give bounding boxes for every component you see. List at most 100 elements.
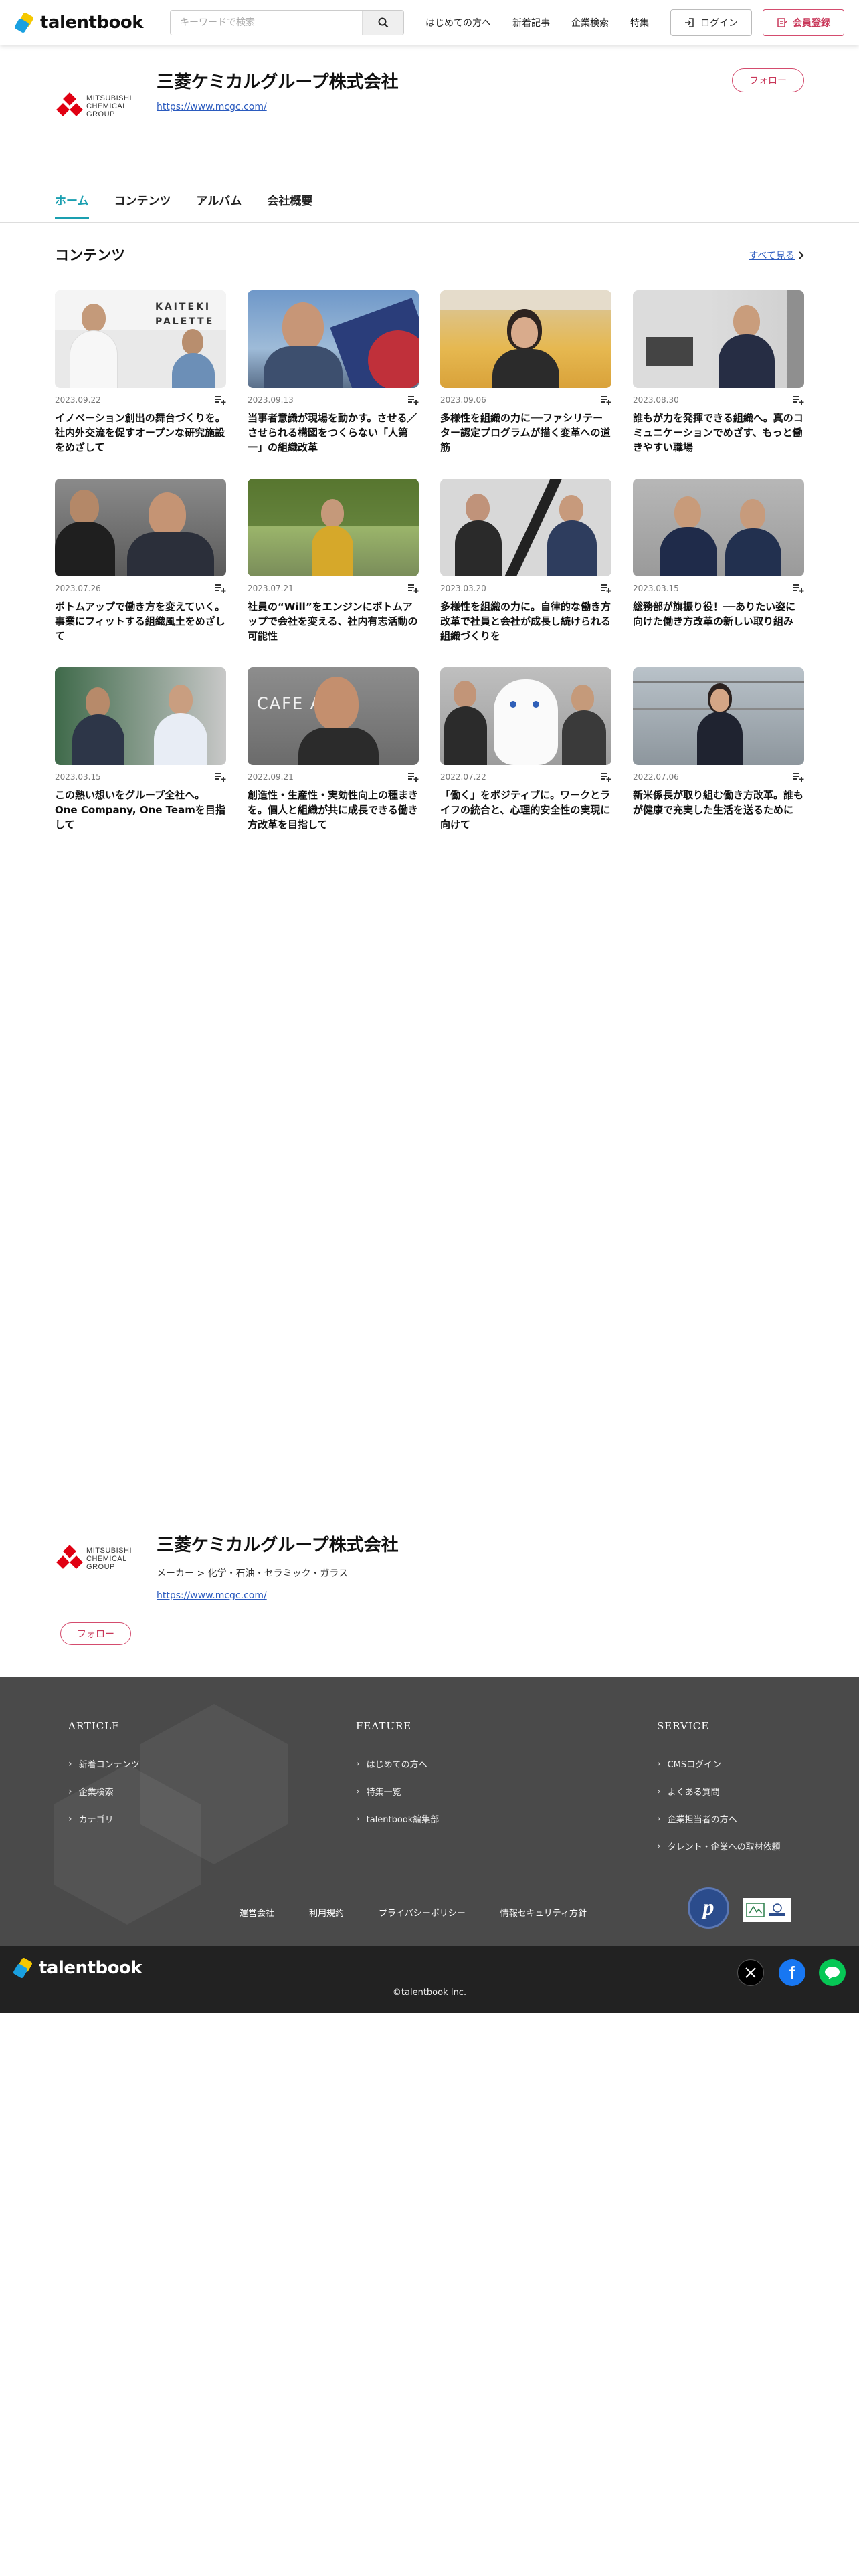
tab-company-overview[interactable]: 会社概要 <box>267 191 312 217</box>
content-card[interactable]: 2023.07.21 社員の“Will”をエンジンにボトムアップで会社を変える、… <box>248 479 419 667</box>
tab-album[interactable]: アルバム <box>197 191 242 217</box>
footer-link[interactable]: talentbook編集部 <box>356 1812 440 1825</box>
card-title: 新米係長が取り組む働き方改革。誰もが健康で充実した生活を送るために <box>633 789 804 816</box>
footer-heading: ARTICLE <box>68 1720 120 1732</box>
card-title: 誰もが力を発揮できる組織へ。真のコミュニケーションでめざす、もっと働きやすい職場 <box>633 412 803 453</box>
card-title: 社員の“Will”をエンジンにボトムアップで会社を変える、社内有志活動の可能性 <box>248 601 418 642</box>
card-thumbnail <box>440 667 611 765</box>
see-all-link[interactable]: すべて見る <box>749 249 804 262</box>
facebook-icon[interactable]: f <box>779 1959 805 1986</box>
add-to-list-icon[interactable] <box>215 772 226 782</box>
search-button[interactable] <box>362 11 403 35</box>
footer-bottom-bar: talentbook ©talentbook Inc. f <box>0 1946 859 2013</box>
add-to-list-icon[interactable] <box>793 772 804 782</box>
footer-link-privacy[interactable]: プライバシーポリシー <box>379 1906 466 1919</box>
tabs-divider <box>0 222 859 223</box>
contents-section-title: コンテンツ <box>55 247 125 263</box>
content-card[interactable]: 2023.08.30 誰もが力を発揮できる組織へ。真のコミュニケーションでめざす… <box>633 290 804 479</box>
content-card[interactable]: 2023.03.15 総務部が旗振り役！──ありたい姿に向けた働き方改革の新しい… <box>633 479 804 667</box>
content-card[interactable]: 2023.09.13 当事者意識が現場を動かす。させる／させられる構図をつくらな… <box>248 290 419 479</box>
card-thumbnail <box>633 667 804 765</box>
card-thumbnail <box>248 290 419 388</box>
follow-button[interactable]: フォロー <box>732 68 804 92</box>
add-to-list-icon[interactable] <box>793 395 804 405</box>
footer-link[interactable]: 特集一覧 <box>356 1785 439 1798</box>
content-card[interactable]: 2022.07.22 「働く」をポジティブに。ワークとライフの統合と、心理的安全… <box>440 667 611 856</box>
card-title: 当事者意識が現場を動かす。させる／させられる構図をつくらない「人第一」の組織改革 <box>248 412 417 453</box>
talentbook-logo[interactable]: talentbook <box>12 1957 154 1979</box>
line-icon[interactable] <box>819 1959 846 1986</box>
content-card[interactable]: 2023.09.06 多様性を組織の力に──ファシリテーター認定プログラムが描く… <box>440 290 611 479</box>
add-to-list-icon[interactable] <box>408 395 419 405</box>
content-card[interactable]: 2023.03.20 多様性を組織の力に。自律的な働き方改革で社員と会社が成長し… <box>440 479 611 667</box>
footer-link[interactable]: 新着コンテンツ <box>68 1757 140 1770</box>
site-footer: ARTICLE 新着コンテンツ 企業検索 カテゴリ FEATURE はじめての方… <box>0 1677 859 1946</box>
login-button[interactable]: ログイン <box>670 9 752 36</box>
add-to-list-icon[interactable] <box>215 395 226 405</box>
footer-link[interactable]: CMSログイン <box>657 1757 781 1770</box>
card-title: 多様性を組織の力に。自律的な働き方改革で社員と会社が成長し続けられる組織づくりを <box>440 601 611 642</box>
add-to-list-icon[interactable] <box>601 772 611 782</box>
add-to-list-icon[interactable] <box>408 772 419 782</box>
add-to-list-icon[interactable] <box>793 584 804 593</box>
content-card[interactable]: 2022.07.06 新米係長が取り組む働き方改革。誰もが健康で充実した生活を送… <box>633 667 804 856</box>
add-to-list-icon[interactable] <box>408 584 419 593</box>
add-to-list-icon[interactable] <box>215 584 226 593</box>
content-card[interactable]: 2023.03.15 この熱い想いをグループ全社へ。One Company, O… <box>55 667 226 856</box>
footer-link-terms[interactable]: 利用規約 <box>309 1906 344 1919</box>
x-twitter-icon[interactable] <box>737 1959 764 1986</box>
company-logo: MITSUBISHI CHEMICAL GROUP <box>55 86 132 127</box>
see-all-label: すべて見る <box>749 251 795 261</box>
footer-link[interactable]: タレント・企業への取材依頼 <box>657 1840 781 1852</box>
talentbook-logo[interactable]: talentbook <box>13 11 155 34</box>
card-date: 2023.09.13 <box>248 395 294 405</box>
logo-text: talentbook <box>39 1958 142 1978</box>
register-button[interactable]: 会員登録 <box>763 9 844 36</box>
search-input[interactable] <box>171 11 362 35</box>
nav-item-features[interactable]: 特集 <box>630 16 649 29</box>
nav-item-new-articles[interactable]: 新着記事 <box>512 16 550 29</box>
card-title: この熱い想いをグループ全社へ。One Company, One Teamを目指し… <box>55 789 225 831</box>
footer-link[interactable]: カテゴリ <box>68 1812 140 1825</box>
nav-item-company-search[interactable]: 企業検索 <box>571 16 609 29</box>
card-title: 「働く」をポジティブに。ワークとライフの統合と、心理的安全性の実現に向けて <box>440 789 611 831</box>
footer-column-service: SERVICE CMSログイン よくある質問 企業担当者の方へ タレント・企業へ… <box>657 1720 781 1867</box>
register-icon <box>777 18 787 27</box>
company-header: MITSUBISHI CHEMICAL GROUP 三菱ケミカルグループ株式会社 h… <box>55 67 804 147</box>
follow-button[interactable]: フォロー <box>60 1622 131 1645</box>
thumbnail-sign-text: KAITEKI PALETTE <box>155 302 215 327</box>
footer-company-info: MITSUBISHI CHEMICAL GROUP 三菱ケミカルグループ株式会社 メ… <box>55 1531 804 1658</box>
login-icon <box>685 18 694 27</box>
isms-certification-icon <box>743 1898 791 1922</box>
footer-column-article: ARTICLE 新着コンテンツ 企業検索 カテゴリ <box>68 1720 140 1840</box>
tab-home[interactable]: ホーム <box>55 191 89 219</box>
footer-link-security[interactable]: 情報セキュリティ方針 <box>500 1906 587 1919</box>
company-url-link[interactable]: https://www.mcgc.com/ <box>157 1590 267 1601</box>
footer-heading: SERVICE <box>657 1720 710 1732</box>
talentbook-logo-mark-icon <box>12 1957 33 1979</box>
card-date: 2023.07.26 <box>55 584 101 593</box>
main-nav: はじめての方へ 新着記事 企業検索 特集 <box>425 16 649 29</box>
footer-link[interactable]: よくある質問 <box>657 1785 781 1798</box>
card-thumbnail: CAFE ACE <box>248 667 419 765</box>
content-card[interactable]: 2023.07.26 ボトムアップで働き方を変えていく。事業にフィットする組織風… <box>55 479 226 667</box>
nav-item-beginners[interactable]: はじめての方へ <box>425 16 491 29</box>
footer-link[interactable]: 企業担当者の方へ <box>657 1812 781 1825</box>
card-date: 2023.03.15 <box>55 772 101 782</box>
company-url-link[interactable]: https://www.mcgc.com/ <box>157 102 267 112</box>
logo-text: talentbook <box>40 13 144 33</box>
footer-link[interactable]: 企業検索 <box>68 1785 140 1798</box>
content-card[interactable]: KAITEKI PALETTE 2023.09.22 イノベーション創出の舞台づ… <box>55 290 226 479</box>
card-title: 総務部が旗振り役！──ありたい姿に向けた働き方改革の新しい取り組み <box>633 601 796 627</box>
mitsubishi-diamonds-icon <box>55 92 83 120</box>
card-title: 創造性・生産性・実効性向上の種まきを。個人と組織が共に成長できる働き方改革を目指… <box>248 789 419 831</box>
company-tabs: ホーム コンテンツ アルバム 会社概要 <box>55 191 312 219</box>
add-to-list-icon[interactable] <box>601 584 611 593</box>
content-card[interactable]: CAFE ACE 2022.09.21 創造性・生産性・実効性向上の種まきを。個… <box>248 667 419 856</box>
footer-link[interactable]: はじめての方へ <box>356 1757 439 1770</box>
add-to-list-icon[interactable] <box>601 395 611 405</box>
footer-legal-links: 運営会社 利用規約 プライバシーポリシー 情報セキュリティ方針 <box>240 1906 587 1919</box>
footer-link-company[interactable]: 運営会社 <box>240 1906 274 1919</box>
tab-contents[interactable]: コンテンツ <box>114 191 171 217</box>
card-date: 2022.07.22 <box>440 772 486 782</box>
